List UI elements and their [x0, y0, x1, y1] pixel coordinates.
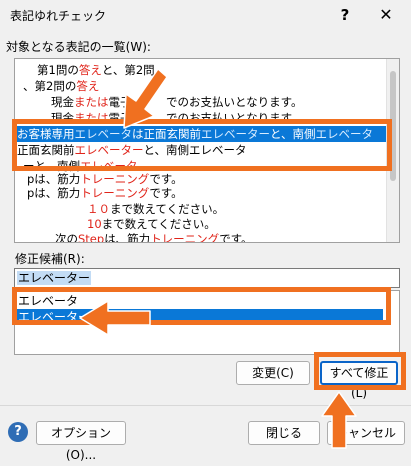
list-item[interactable]: 現金または電子 でのお支払いとなります。 [51, 94, 303, 110]
title-bar: 表記ゆれチェック ? ✕ [0, 0, 411, 30]
help-question-icon[interactable]: ? [330, 3, 360, 27]
list-item[interactable]: １０まで数えてください。 [87, 201, 224, 217]
help-icon[interactable]: ? [8, 422, 28, 442]
targets-listbox[interactable]: 第1問の答えと、第2問 、第2問の答え 現金または電子 でのお支払いとなります。… [14, 58, 400, 243]
list-item[interactable]: 第1問の答えと、第2問 [37, 62, 155, 78]
change-button[interactable]: 変更(C) [236, 361, 310, 385]
candidates-listbox[interactable]: エレベータ エレベーター [14, 290, 400, 355]
scrollbar-thumb[interactable] [390, 71, 396, 181]
candidate-item-selected[interactable]: エレベーター [17, 309, 383, 325]
targets-label: 対象となる表記の一覧(W): [6, 40, 151, 54]
targets-scrollbar[interactable] [386, 59, 399, 242]
spelling-consistency-dialog: 表記ゆれチェック ? ✕ 対象となる表記の一覧(W): 第1問の答えと、第2問 … [0, 0, 411, 462]
close-button[interactable]: 閉じる [248, 421, 320, 445]
list-item-selected[interactable]: お客様専用エレベータは正面玄関前エレベーターと、南側エレベータ [17, 126, 386, 142]
divider [0, 405, 411, 406]
list-item[interactable]: 現金または電子 でのお支払いとなります。 [51, 110, 303, 126]
list-item[interactable]: pは、筋力トレーニングです。 [27, 185, 183, 201]
candidate-input-value: エレベーター [17, 271, 92, 285]
candidate-input[interactable]: エレベーター [14, 268, 400, 288]
window-title: 表記ゆれチェック [10, 9, 107, 23]
cancel-button[interactable]: キャンセル [327, 421, 405, 445]
candidate-item[interactable]: エレベータ [17, 293, 383, 309]
close-icon[interactable]: ✕ [371, 3, 401, 27]
options-button[interactable]: オプション(O)... [36, 421, 126, 462]
candidates-label: 修正候補(R): [15, 252, 85, 266]
list-item[interactable]: 次のStepは、筋力トレーニングです。 [55, 231, 253, 242]
fix-all-button[interactable]: すべて修正(L) [320, 361, 398, 400]
list-item[interactable]: 10まで数えてください。 [87, 216, 216, 232]
list-item[interactable]: 正面玄関前エレベーターと、南側エレベータ [17, 142, 247, 158]
list-item[interactable]: 、第2問の答え [23, 78, 99, 94]
